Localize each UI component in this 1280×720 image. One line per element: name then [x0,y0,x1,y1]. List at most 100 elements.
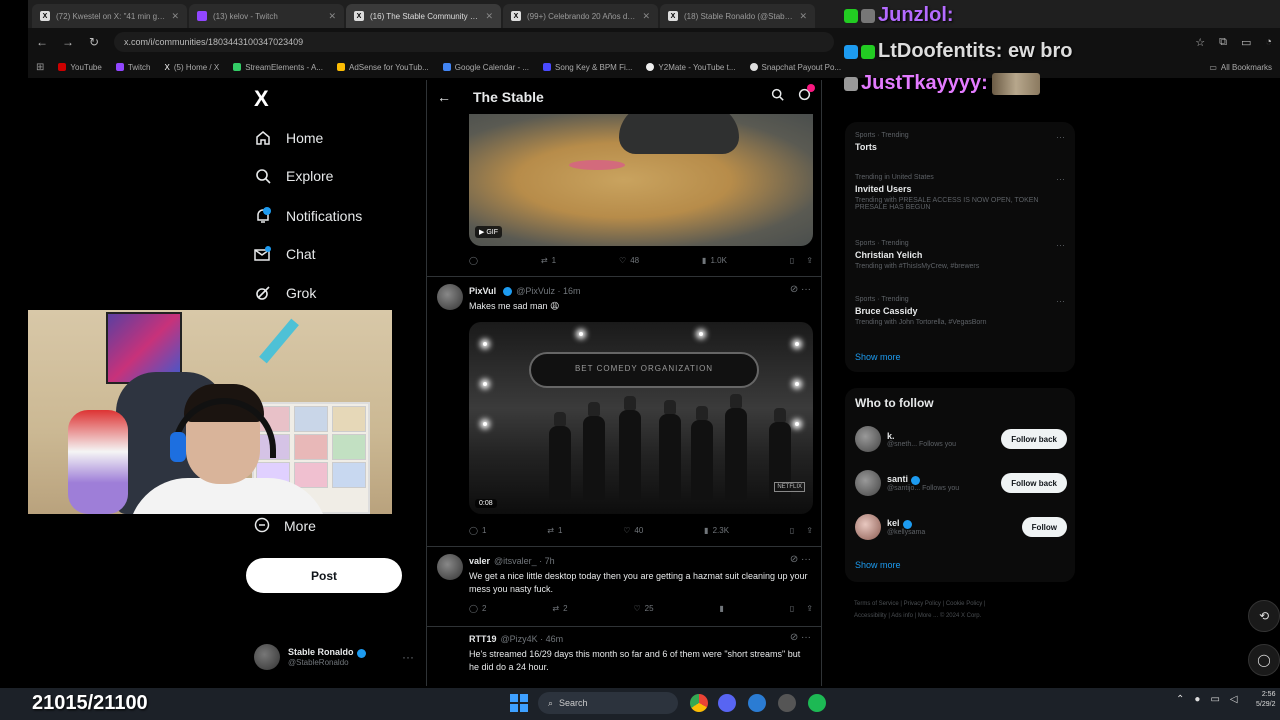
bookmark[interactable]: Song Key & BPM Fi... [543,63,632,72]
bookmark[interactable]: Y2Mate - YouTube t... [646,63,736,72]
more-dots-icon[interactable]: ⊘ ··· [790,632,811,643]
post-button[interactable]: Post [246,558,402,593]
chrome-icon[interactable] [690,694,708,712]
messages-float-icon[interactable]: ◯ [1248,644,1280,676]
more-dots-icon[interactable]: ··· [402,650,414,664]
reply-button[interactable]: ◯ 2 [469,604,486,613]
network-icon[interactable]: ▭ [1210,694,1219,705]
more-dots-icon[interactable]: ⊘ ··· [790,284,811,295]
browser-tab[interactable]: X (72) Kwestel on X: "41 min glaz... ✕ [32,4,187,28]
trend-item[interactable]: Sports · Trending Torts ··· [855,132,1065,152]
footer-link[interactable]: More ... [918,613,938,619]
profile-icon[interactable]: ◔ [1265,36,1272,49]
views-button[interactable]: ▮ 1.0K [702,256,727,265]
mic-icon[interactable]: ● [1194,694,1200,705]
more-dots-icon[interactable]: ··· [1056,132,1065,142]
bookmark-icon[interactable]: ▯ [790,604,794,613]
tweet-gif[interactable]: ▶ GIF [469,114,813,246]
footer-link[interactable]: Privacy Policy [904,601,941,607]
tweet-video[interactable]: BET COMEDY ORGANIZATION 0:08 NETFLIX [469,322,813,514]
close-tab-icon[interactable]: ✕ [799,11,807,22]
bookmark[interactable]: AdSense for YouTub... [337,63,429,72]
back-arrow-icon[interactable]: ← [36,35,48,49]
like-button[interactable]: ♡ 40 [623,526,643,535]
windows-start-icon[interactable] [510,694,528,712]
x-logo-icon[interactable]: X [254,86,269,112]
trend-item[interactable]: Sports · Trending Bruce Cassidy Trending… [855,296,1065,326]
follow-suggestion[interactable]: k. @sneth... Follows you Follow back [855,424,1067,454]
app-icon[interactable] [778,694,796,712]
share-icon[interactable]: ⇪ [806,604,813,613]
views-button[interactable]: ▮ 2.3K [704,526,729,535]
follow-suggestion[interactable]: kel @kellysama Follow [855,512,1067,542]
footer-link[interactable]: Ads info [891,613,913,619]
share-icon[interactable]: ⇪ [806,526,813,535]
retweet-button[interactable]: ⇄ 1 [547,526,562,535]
retweet-button[interactable]: ⇄ 1 [541,256,556,265]
show-more-link[interactable]: Show more [855,560,901,570]
back-arrow-icon[interactable]: ← [437,89,451,105]
tweet[interactable]: RTT19 @Pizy4K · 46m ⊘ ··· He's streamed … [427,632,821,686]
chevron-up-icon[interactable]: ⌃ [1176,694,1184,705]
browser-tab[interactable]: (13) kelov - Twitch ✕ [189,4,344,28]
star-icon[interactable]: ☆ [1195,36,1205,49]
search-icon[interactable] [771,88,784,106]
bookmark[interactable]: Snapchat Payout Po... [749,63,841,72]
retweet-button[interactable]: ⇄ 2 [552,604,567,613]
reply-button[interactable]: ◯ [469,256,478,265]
close-tab-icon[interactable]: ✕ [485,11,493,22]
bookmark[interactable]: YouTube [58,63,102,72]
apps-grid-icon[interactable]: ⊞ [36,62,44,73]
nav-chat[interactable]: Chat [254,241,414,267]
bookmark[interactable]: Google Calendar - ... [442,63,529,72]
account-switcher[interactable]: Stable Ronaldo @StableRonaldo ··· [254,640,414,674]
trend-item[interactable]: Trending in United States Invited Users … [855,174,1065,211]
follow-back-button[interactable]: Follow back [1001,473,1067,493]
close-tab-icon[interactable]: ✕ [328,11,336,22]
trend-item[interactable]: Sports · Trending Christian Yelich Trend… [855,240,1065,270]
bookmark[interactable]: StreamElements - A... [233,63,323,72]
bookmark[interactable]: Twitch [115,63,151,72]
nav-more[interactable]: More [254,514,316,538]
footer-link[interactable]: Accessibility [854,613,887,619]
taskbar-search[interactable]: ⌕ Search [538,692,678,714]
nav-home[interactable]: Home [254,125,414,151]
reply-button[interactable]: ◯ 1 [469,526,486,535]
browser-tab[interactable]: X (99+) Celebrando 20 Años de... ✕ [503,4,658,28]
nav-notifications[interactable]: Notifications [254,203,414,229]
views-button[interactable]: ▮ [720,604,724,613]
app-icon[interactable] [748,694,766,712]
more-dots-icon[interactable]: ⊘ ··· [790,554,811,565]
share-icon[interactable]: ⇪ [806,256,813,265]
more-dots-icon[interactable]: ··· [1056,240,1065,250]
all-bookmarks[interactable]: ▭ All Bookmarks [1209,63,1272,72]
volume-icon[interactable]: ◁ [1230,694,1238,705]
close-tab-icon[interactable]: ✕ [642,11,650,22]
grok-float-icon[interactable]: ⟲ [1248,600,1280,632]
footer-link[interactable]: Cookie Policy [946,601,982,607]
browser-tab[interactable]: X (18) Stable Ronaldo (@StableR... ✕ [660,4,815,28]
follow-suggestion[interactable]: santi @santijo... Follows you Follow bac… [855,468,1067,498]
follow-button[interactable]: Follow [1021,517,1067,537]
nav-grok[interactable]: Grok [254,280,414,306]
taskbar-clock[interactable]: 2:56 5/29/2 [1256,690,1275,710]
sidebar-icon[interactable]: ▭ [1241,36,1251,49]
reload-icon[interactable]: ↻ [88,35,100,49]
spotify-icon[interactable] [808,694,826,712]
community-settings-icon[interactable] [798,84,815,106]
browser-tab-active[interactable]: X (16) The Stable Community / X ✕ [346,4,501,28]
url-input[interactable]: x.com/i/communities/1803443100347023409 [114,32,834,52]
extensions-icon[interactable]: ⧉ [1219,36,1227,49]
more-dots-icon[interactable]: ··· [1056,296,1065,306]
like-button[interactable]: ♡ 48 [619,256,639,265]
show-more-link[interactable]: Show more [855,352,901,362]
follow-back-button[interactable]: Follow back [1001,429,1067,449]
close-tab-icon[interactable]: ✕ [171,11,179,22]
more-dots-icon[interactable]: ··· [1056,174,1065,184]
bookmark-icon[interactable]: ▯ [790,526,794,535]
bookmark[interactable]: X (5) Home / X [165,63,220,72]
forward-arrow-icon[interactable]: → [62,35,74,49]
bookmark-icon[interactable]: ▯ [790,256,794,265]
discord-icon[interactable] [718,694,736,712]
nav-explore[interactable]: Explore [254,163,414,189]
